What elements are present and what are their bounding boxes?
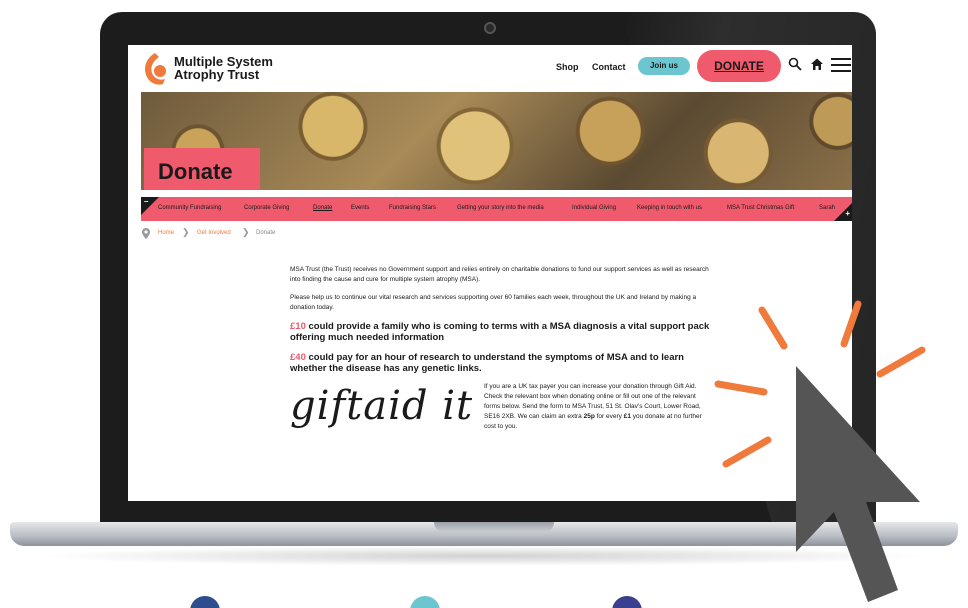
search-icon[interactable] — [788, 57, 802, 75]
giftaid-25p: 25p — [583, 413, 595, 420]
main-content: MSA Trust (the Trust) receives no Govern… — [290, 265, 720, 430]
laptop-notch — [434, 522, 554, 532]
plus-icon[interactable]: + — [845, 209, 850, 218]
join-us-button[interactable]: Join us — [638, 57, 690, 75]
logo-line-2: Atrophy Trust — [174, 67, 260, 82]
minus-icon[interactable]: – — [144, 197, 148, 206]
subnav-item-community-fundraising[interactable]: Community Fundraising — [158, 205, 221, 211]
subnav-item-individual-giving[interactable]: Individual Giving — [572, 205, 616, 211]
msa-logo-icon[interactable] — [141, 51, 169, 87]
click-cursor-illustration — [714, 300, 926, 602]
breadcrumb-get-involved-link[interactable]: Get Involved — [197, 230, 231, 236]
help-paragraph: Please help us to continue our vital res… — [290, 294, 697, 311]
location-pin-icon — [142, 228, 150, 239]
subnav-item-donate[interactable]: Donate — [313, 205, 332, 211]
subnav-item-events[interactable]: Events — [351, 205, 369, 211]
chevron-right-icon: ❯ — [182, 227, 190, 237]
webcam-icon — [484, 22, 496, 34]
page-title: Donate — [144, 148, 260, 190]
site-logo-text[interactable]: Multiple System Atrophy Trust — [174, 55, 273, 81]
subnav-item-media[interactable]: Getting your story into the media — [457, 205, 544, 211]
section-subnav: – Community Fundraising Corporate Giving… — [141, 197, 852, 221]
giftaid-paragraph: If you are a UK tax payer you can increa… — [484, 382, 704, 432]
giftaid-text-b: for every — [594, 413, 624, 420]
subnav-item-keeping-in-touch[interactable]: Keeping in touch with us — [637, 205, 702, 211]
breadcrumb-current: Donate — [256, 230, 276, 236]
menu-icon[interactable] — [831, 57, 851, 77]
decorative-dot-teal — [410, 596, 440, 608]
mouse-pointer-icon — [796, 366, 920, 602]
giftaid-logo: giftaid it — [290, 383, 474, 429]
nav-contact-link[interactable]: Contact — [592, 62, 626, 72]
donate-button[interactable]: DONATE — [697, 50, 781, 82]
nav-shop-link[interactable]: Shop — [556, 62, 579, 72]
amount-40: £40 — [290, 352, 306, 363]
chevron-right-icon: ❯ — [242, 227, 250, 237]
breadcrumb-home-link[interactable]: Home — [158, 230, 174, 236]
amount-10: £10 — [290, 321, 306, 332]
impact-statement-10: £10 could provide a family who is coming… — [290, 321, 720, 343]
home-icon[interactable] — [810, 57, 824, 75]
subnav-item-corporate-giving[interactable]: Corporate Giving — [244, 205, 289, 211]
decorative-dot-blue — [190, 596, 220, 608]
intro-paragraph: MSA Trust (the Trust) receives no Govern… — [290, 266, 709, 283]
site-header: Multiple System Atrophy Trust Shop Conta… — [128, 45, 852, 93]
giftaid-1-pound: £1 — [623, 413, 631, 420]
subnav-item-fundraising-stars[interactable]: Fundraising Stars — [389, 205, 436, 211]
impact-text-10: could provide a family who is coming to … — [290, 321, 710, 343]
impact-text-40: could pay for an hour of research to und… — [290, 352, 684, 374]
decorative-dot-indigo — [612, 596, 642, 608]
impact-statement-40: £40 could pay for an hour of research to… — [290, 352, 720, 374]
subnav-item-sarah[interactable]: Sarah — [819, 205, 835, 211]
subnav-item-christmas-gift[interactable]: MSA Trust Christmas Gift — [727, 205, 794, 211]
